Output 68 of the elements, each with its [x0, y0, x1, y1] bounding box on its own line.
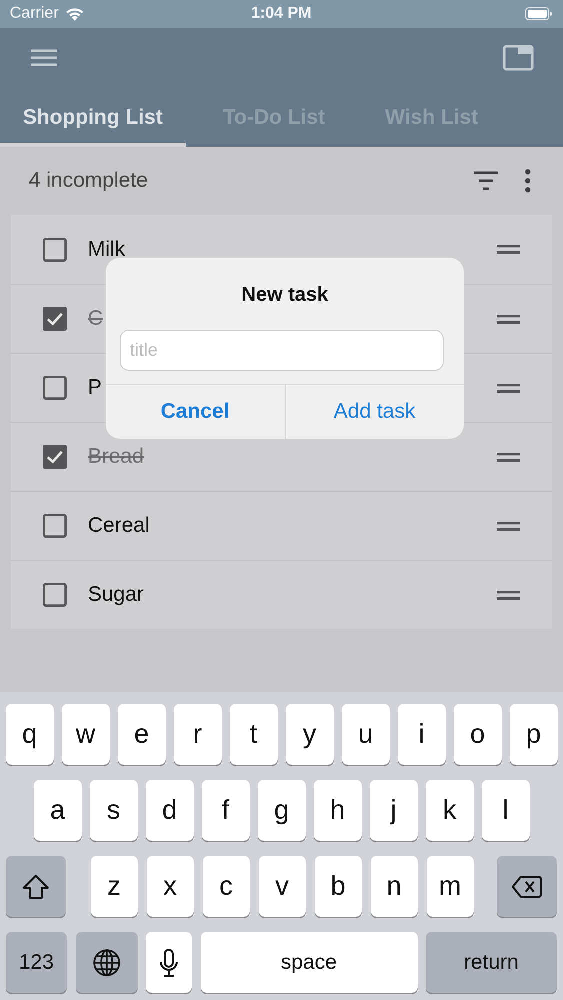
task-title: C — [88, 307, 104, 331]
globe-key[interactable] — [76, 932, 138, 993]
task-title: Sugar — [88, 583, 146, 607]
letter-key[interactable]: l — [482, 780, 530, 841]
letter-key[interactable]: h — [314, 780, 362, 841]
letter-key[interactable]: m — [426, 856, 474, 917]
letter-key[interactable]: d — [146, 780, 194, 841]
numbers-key[interactable]: 123 — [6, 932, 67, 993]
checkbox[interactable] — [43, 514, 67, 538]
letter-key[interactable]: u — [342, 704, 390, 765]
letter-key[interactable]: v — [258, 856, 306, 917]
add-task-button[interactable]: Add task — [284, 385, 464, 439]
incomplete-count: 4 incomplete — [29, 169, 150, 193]
letter-key[interactable]: p — [510, 704, 558, 765]
task-title: Bread — [88, 445, 146, 469]
letter-key[interactable]: f — [202, 780, 250, 841]
drag-handle-icon[interactable] — [497, 590, 520, 600]
letter-key[interactable]: x — [146, 856, 194, 917]
dictation-key[interactable] — [146, 932, 192, 993]
letter-key[interactable]: q — [6, 704, 54, 765]
filter-icon[interactable] — [473, 171, 499, 191]
wifi-icon — [64, 6, 85, 22]
letter-key[interactable]: b — [314, 856, 362, 917]
letter-key[interactable]: k — [426, 780, 474, 841]
globe-icon — [92, 948, 120, 976]
delete-icon — [512, 876, 542, 898]
task-title: P — [88, 376, 104, 400]
window-icon[interactable] — [503, 45, 534, 71]
microphone-icon — [160, 948, 178, 976]
space-key[interactable]: space — [200, 932, 418, 993]
carrier-name: Carrier — [10, 5, 59, 23]
letter-key[interactable]: n — [370, 856, 418, 917]
checkbox[interactable] — [43, 583, 67, 607]
battery-icon — [525, 7, 553, 21]
letter-key[interactable]: r — [174, 704, 222, 765]
letter-key[interactable]: e — [118, 704, 166, 765]
task-title: Cereal — [88, 514, 151, 538]
cancel-button[interactable]: Cancel — [106, 385, 284, 439]
checkbox[interactable] — [43, 307, 67, 331]
more-icon[interactable] — [525, 169, 531, 193]
letter-key[interactable]: s — [90, 780, 138, 841]
checkbox[interactable] — [43, 445, 67, 469]
letter-key[interactable]: o — [454, 704, 502, 765]
drag-handle-icon[interactable] — [497, 452, 520, 462]
letter-key[interactable]: i — [398, 704, 446, 765]
clock-time: 1:04 PM — [251, 5, 312, 22]
letter-key[interactable]: t — [230, 704, 278, 765]
drag-handle-icon[interactable] — [497, 245, 520, 254]
checkbox[interactable] — [43, 238, 67, 262]
drag-handle-icon[interactable] — [497, 522, 520, 530]
return-key[interactable]: return — [426, 932, 557, 993]
letter-key[interactable]: y — [286, 704, 334, 765]
delete-key[interactable] — [497, 856, 557, 917]
shift-key[interactable] — [6, 856, 66, 917]
checkbox[interactable] — [43, 376, 67, 400]
letter-key[interactable]: g — [258, 780, 306, 841]
letter-key[interactable]: c — [202, 856, 250, 917]
title-field[interactable]: title — [120, 330, 444, 371]
letter-key[interactable]: z — [90, 856, 138, 917]
menu-icon[interactable] — [31, 49, 57, 67]
letter-key[interactable]: j — [370, 780, 418, 841]
letter-key[interactable]: w — [62, 704, 110, 765]
drag-handle-icon[interactable] — [497, 314, 520, 324]
dialog-title: New task — [242, 284, 328, 306]
drag-handle-icon[interactable] — [497, 384, 520, 392]
shift-icon — [22, 874, 50, 900]
task-title: Milk — [88, 238, 126, 262]
letter-key[interactable]: a — [34, 780, 82, 841]
